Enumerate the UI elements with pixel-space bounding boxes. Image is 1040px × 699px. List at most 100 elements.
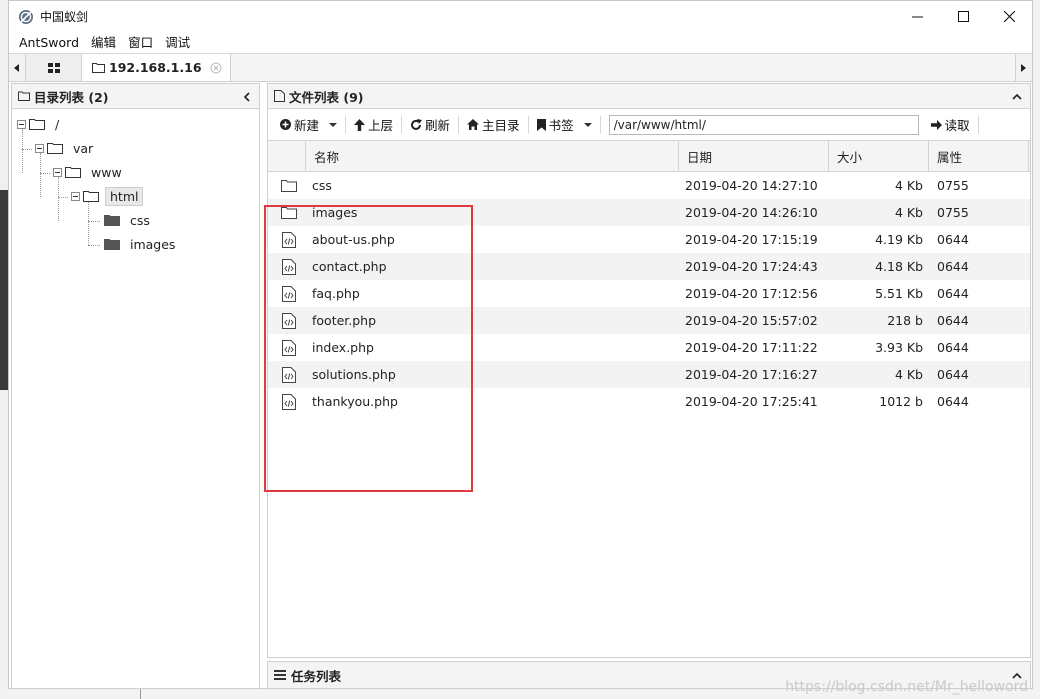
- menu-window[interactable]: 窗口: [122, 32, 159, 53]
- tree-node-images[interactable]: images: [104, 234, 179, 254]
- file-grid-header: 名称 日期 大小 属性: [268, 141, 1030, 172]
- tree-node-label: /: [55, 116, 60, 132]
- tab-close-icon[interactable]: [210, 62, 222, 74]
- file-perm: 0644: [937, 259, 969, 274]
- menu-debug[interactable]: 调试: [159, 32, 196, 53]
- up-button[interactable]: 上层: [348, 113, 399, 137]
- tree-node-label-selected: html: [105, 186, 144, 206]
- file-row[interactable]: about-us.php 2019-04-20 17:15:19 4.19 Kb…: [268, 226, 1030, 253]
- file-row[interactable]: solutions.php 2019-04-20 17:16:27 4 Kb 0…: [268, 361, 1030, 388]
- desktop-right-edge: [1032, 0, 1040, 699]
- bookmark-icon: [536, 118, 546, 131]
- folder-icon: [104, 239, 120, 250]
- tab-shell-host[interactable]: 192.168.1.16: [82, 54, 231, 81]
- file-row[interactable]: contact.php 2019-04-20 17:24:43 4.18 Kb …: [268, 253, 1030, 280]
- code-file-icon: [282, 339, 296, 356]
- file-name: index.php: [312, 340, 374, 355]
- tab-scroll-right-button[interactable]: [1015, 54, 1032, 81]
- file-toolbar: 新建 上层 刷新 主目录 书签 /var/www/html/ 读取: [268, 109, 1030, 141]
- code-file-icon: [282, 231, 296, 248]
- file-row[interactable]: faq.php 2019-04-20 17:12:56 5.51 Kb 0644: [268, 280, 1030, 307]
- menu-antsword[interactable]: AntSword: [13, 32, 85, 53]
- directory-tree: / var www html css images: [12, 109, 259, 669]
- file-perm: 0644: [937, 286, 969, 301]
- file-date: 2019-04-20 17:12:56: [685, 286, 818, 301]
- app-window: 中国蚁剑 AntSword 编辑 窗口 调试 192.168.1.16 目录列表…: [8, 0, 1033, 689]
- directory-pane: 目录列表 (2) / var www html css images: [11, 83, 260, 689]
- list-icon: [274, 670, 286, 680]
- plus-circle-icon: [280, 119, 291, 130]
- file-date: 2019-04-20 15:57:02: [685, 313, 818, 328]
- caret-down-icon: [583, 122, 592, 127]
- file-size: 4 Kb: [894, 178, 923, 193]
- home-icon: [467, 119, 480, 130]
- file-name: images: [312, 205, 358, 220]
- tree-node-www[interactable]: www: [53, 162, 126, 182]
- folder-outline-icon: [18, 91, 30, 101]
- file-name: faq.php: [312, 286, 360, 301]
- home-dir-button[interactable]: 主目录: [461, 113, 526, 137]
- collapse-up-button[interactable]: [1012, 84, 1022, 109]
- tab-scroll-left-button[interactable]: [9, 54, 26, 81]
- file-name: thankyou.php: [312, 394, 398, 409]
- bookmark-button[interactable]: 书签: [531, 113, 598, 137]
- arrow-up-icon: [354, 118, 366, 131]
- file-row[interactable]: footer.php 2019-04-20 15:57:02 218 b 064…: [268, 307, 1030, 334]
- collapse-minus-icon[interactable]: [35, 143, 44, 153]
- file-size: 218 b: [887, 313, 923, 328]
- collapse-left-button[interactable]: [243, 84, 251, 109]
- column-header-date[interactable]: 日期: [679, 141, 829, 171]
- desktop-divider: [140, 688, 141, 699]
- file-outline-icon: [274, 90, 285, 102]
- file-row[interactable]: thankyou.php 2019-04-20 17:25:41 1012 b …: [268, 388, 1030, 415]
- file-perm: 0644: [937, 232, 969, 247]
- window-controls: [894, 1, 1032, 32]
- maximize-button[interactable]: [940, 1, 986, 32]
- refresh-button[interactable]: 刷新: [404, 113, 456, 137]
- new-button[interactable]: 新建: [274, 113, 343, 137]
- watermark-text: https://blog.csdn.net/Mr_helloword: [785, 679, 1028, 695]
- file-row[interactable]: css 2019-04-20 14:27:10 4 Kb 0755: [268, 172, 1030, 199]
- folder-outline-icon: [65, 167, 81, 178]
- refresh-icon: [411, 118, 423, 130]
- title-bar[interactable]: 中国蚁剑: [9, 1, 1032, 32]
- folder-icon: [281, 180, 297, 192]
- tab-bar: 192.168.1.16: [9, 53, 1032, 82]
- triangle-left-icon: [14, 63, 19, 72]
- caret-down-icon: [329, 122, 338, 127]
- code-file-icon: [282, 312, 296, 329]
- file-row[interactable]: images 2019-04-20 14:26:10 4 Kb 0755: [268, 199, 1030, 226]
- tab-home-grid[interactable]: [26, 54, 82, 81]
- column-header-size[interactable]: 大小: [829, 141, 929, 171]
- tree-node-css[interactable]: css: [104, 210, 154, 230]
- directory-pane-title: 目录列表 (2): [34, 89, 109, 105]
- path-input[interactable]: [608, 114, 919, 135]
- toolbar-separator: [599, 115, 601, 134]
- file-row[interactable]: index.php 2019-04-20 17:11:22 3.93 Kb 06…: [268, 334, 1030, 361]
- file-size: 4 Kb: [894, 205, 923, 220]
- column-header-perm[interactable]: 属性: [929, 141, 1029, 171]
- close-button[interactable]: [986, 1, 1032, 32]
- menu-edit[interactable]: 编辑: [85, 32, 122, 53]
- triangle-right-icon: [1021, 63, 1026, 72]
- file-date: 2019-04-20 14:26:10: [685, 205, 818, 220]
- collapse-minus-icon[interactable]: [53, 167, 62, 177]
- read-button[interactable]: 读取: [925, 113, 976, 137]
- new-button-label: 新建: [294, 118, 320, 133]
- tree-node-root[interactable]: /: [17, 114, 63, 134]
- file-name: footer.php: [312, 313, 377, 328]
- tab-host-label: 192.168.1.16: [109, 60, 202, 75]
- column-header-name[interactable]: 名称: [306, 141, 679, 171]
- collapse-minus-icon[interactable]: [71, 191, 80, 201]
- tree-node-html[interactable]: html: [71, 186, 144, 206]
- maximize-icon: [957, 11, 969, 22]
- grid-icon: [47, 62, 60, 73]
- close-icon: [1003, 11, 1015, 22]
- collapse-minus-icon[interactable]: [17, 119, 26, 129]
- file-pane: 文件列表 (9) 新建 上层 刷新 主目录 书签 /var/www/html/ …: [267, 83, 1031, 658]
- arrow-right-icon: [930, 119, 942, 130]
- minimize-icon: [911, 16, 923, 18]
- file-date: 2019-04-20 17:16:27: [685, 367, 818, 382]
- tree-node-var[interactable]: var: [35, 138, 97, 158]
- minimize-button[interactable]: [894, 1, 940, 32]
